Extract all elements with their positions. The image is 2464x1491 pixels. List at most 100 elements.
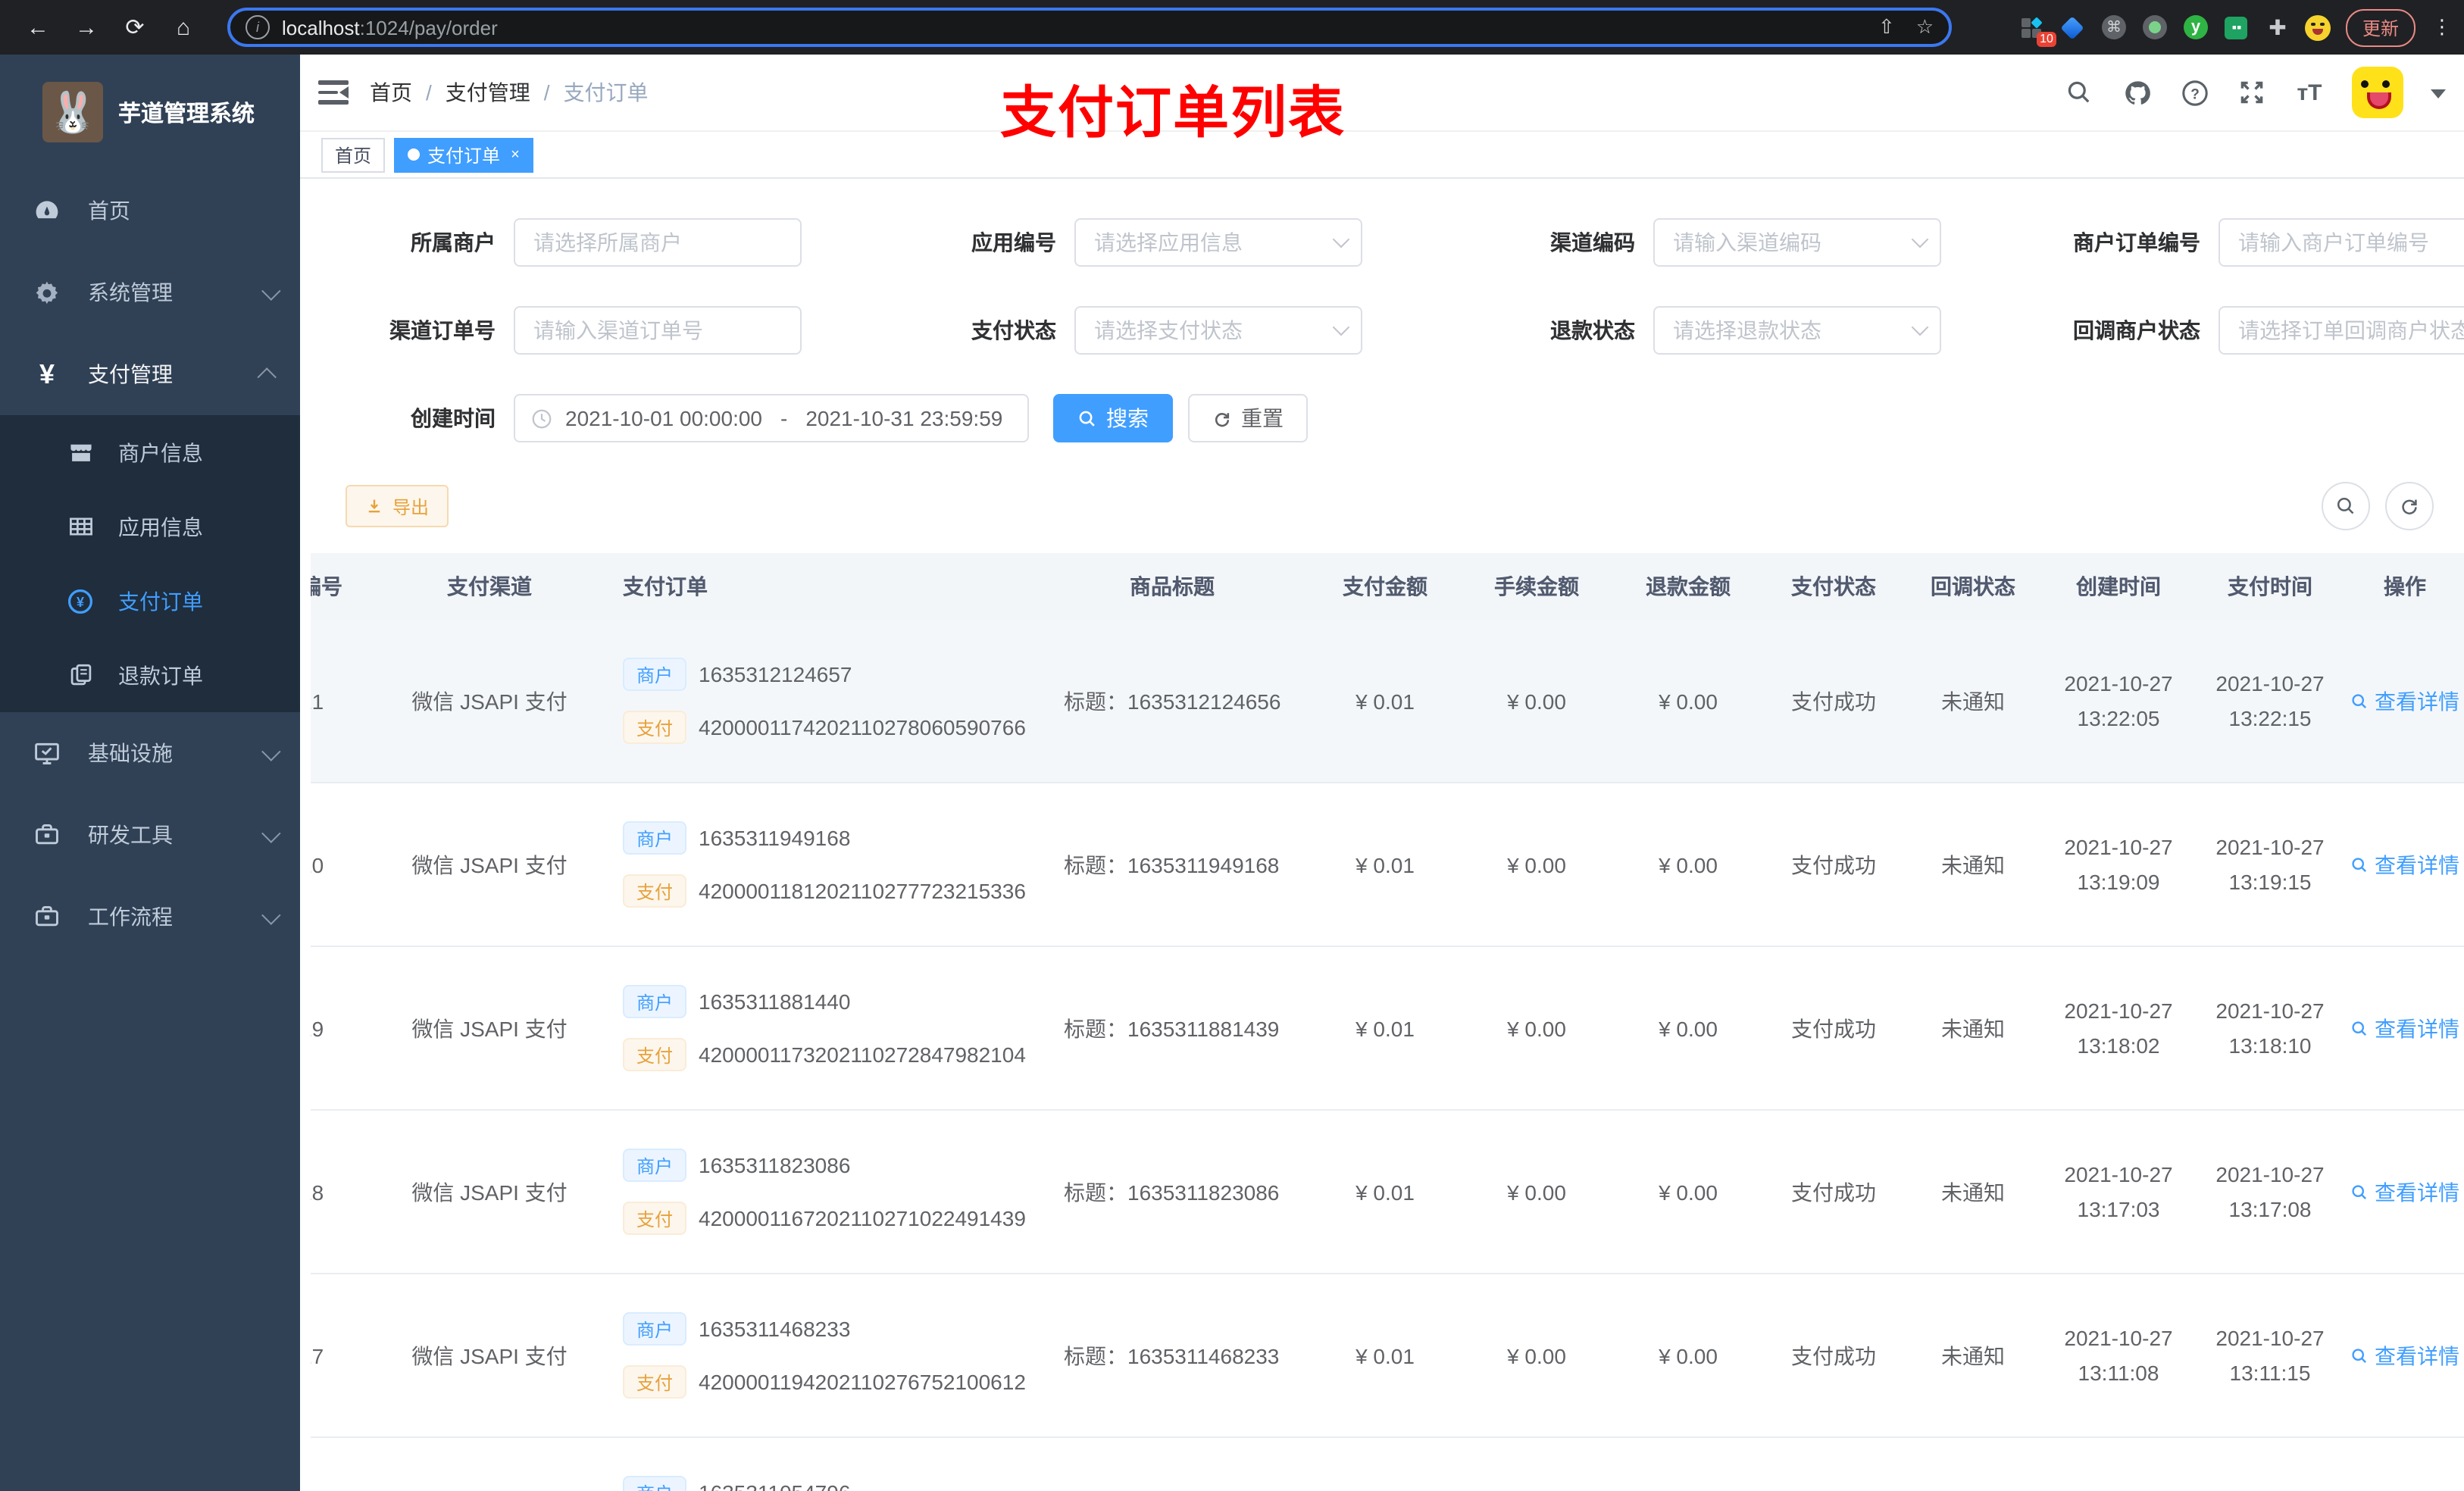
user-avatar[interactable] xyxy=(2352,67,2403,118)
merchant-order-no-input[interactable] xyxy=(2219,218,2464,267)
svg-text:?: ? xyxy=(2190,86,2199,102)
channel-code-select[interactable] xyxy=(1653,218,1941,267)
browser-update-button[interactable]: 更新 xyxy=(2345,8,2416,46)
tags-view-bar: 首页 支付订单 × xyxy=(300,132,2464,179)
cell-refund: ¥ 0.00 xyxy=(1659,689,1718,713)
cell-title: 标题：1635311949168 xyxy=(1064,852,1280,877)
cell-action: 查看详情 xyxy=(2346,1340,2464,1371)
github-icon[interactable] xyxy=(2122,77,2152,108)
view-detail-link[interactable]: 查看详情 xyxy=(2350,1177,2459,1207)
avatar-caret-icon[interactable] xyxy=(2431,89,2446,105)
reset-button[interactable]: 重置 xyxy=(1188,394,1308,442)
share-icon[interactable]: ⇧ xyxy=(1878,15,1895,39)
sidebar-item-payment[interactable]: ¥ 支付管理 xyxy=(0,333,300,415)
collapse-sidebar-icon[interactable] xyxy=(318,80,349,105)
fullscreen-icon[interactable] xyxy=(2237,77,2267,108)
export-button[interactable]: 导出 xyxy=(346,485,449,527)
col-header-refund: 退款金额 xyxy=(1646,574,1731,599)
reload-icon[interactable]: ⟳ xyxy=(121,14,149,41)
merchant-chip: 商户 xyxy=(623,1312,687,1346)
cell-notify: 未通知 xyxy=(1941,1343,2005,1368)
site-info-icon[interactable]: i xyxy=(245,15,270,39)
date-start[interactable]: 2021-10-01 00:00:00 xyxy=(565,406,762,430)
cell-channel: 微信 JSAPI 支付 xyxy=(411,1343,568,1368)
channel-order-no-input[interactable] xyxy=(514,306,802,355)
notify-status-select[interactable] xyxy=(2219,306,2464,355)
forward-icon[interactable]: → xyxy=(73,14,100,41)
sidebar-item-infra[interactable]: 基础设施 xyxy=(0,712,300,794)
cell-pay-order: 商户 1635311468233 支付 4200001194202110276752… xyxy=(614,1312,1035,1399)
app-logo: 🐰 芋道管理系统 xyxy=(0,55,300,170)
filter-label-app: 应用编号 xyxy=(971,230,1056,255)
view-detail-link[interactable]: 查看详情 xyxy=(2350,686,2459,716)
channel-pay-no: 4200001174202110278060590766 xyxy=(699,715,1026,739)
sidebar-item-workflow[interactable]: 工作流程 xyxy=(0,876,300,958)
tag-pay-order[interactable]: 支付订单 × xyxy=(394,137,533,172)
pay-chip: 支付 xyxy=(623,874,687,908)
create-time-range-input[interactable]: 2021-10-01 00:00:00 - 2021-10-31 23:59:5… xyxy=(514,394,1029,442)
extensions-puzzle-icon[interactable]: ✚ xyxy=(2264,14,2291,41)
cell-amount: ¥ 0.01 xyxy=(1356,1343,1415,1368)
home-icon[interactable]: ⌂ xyxy=(170,14,197,41)
browser-profile-avatar[interactable] xyxy=(2305,14,2332,41)
date-end[interactable]: 2021-10-31 23:59:59 xyxy=(805,406,1002,430)
extension-blocks-icon[interactable]: 10 xyxy=(2018,14,2056,47)
tag-home[interactable]: 首页 xyxy=(321,137,386,172)
cell-fee: ¥ 0.00 xyxy=(1507,1016,1566,1040)
table-row: 21 微信 JSAPI 支付 商户 1635312124657 支付 4200001… xyxy=(311,620,2464,782)
extension-chat-icon[interactable]: ▪▪ xyxy=(2223,14,2250,41)
filter-label-notify-status: 回调商户状态 xyxy=(2073,318,2200,342)
filter-label-channel-order-no: 渠道订单号 xyxy=(389,318,496,342)
view-detail-link[interactable]: 查看详情 xyxy=(2350,1013,2459,1043)
extension-command-icon[interactable]: ⌘ xyxy=(2100,14,2128,41)
search-button[interactable]: 搜索 xyxy=(1053,394,1173,442)
sidebar-item-app-info[interactable]: 应用信息 xyxy=(0,489,300,564)
back-icon[interactable]: ← xyxy=(24,14,52,41)
help-icon[interactable]: ? xyxy=(2179,77,2209,108)
breadcrumb: 首页 / 支付管理 / 支付订单 xyxy=(370,77,649,108)
svg-text:¥: ¥ xyxy=(77,594,84,609)
search-icon xyxy=(2352,1184,2367,1199)
table-icon xyxy=(67,513,94,540)
refund-status-select[interactable] xyxy=(1653,306,1941,355)
refresh-icon xyxy=(2402,499,2417,514)
search-icon[interactable] xyxy=(2064,77,2094,108)
sidebar-item-refund-order[interactable]: 退款订单 xyxy=(0,638,300,712)
table-row: 20 微信 JSAPI 支付 商户 1635311949168 支付 4200001… xyxy=(311,782,2464,946)
sidebar-item-home[interactable]: 首页 xyxy=(0,170,300,252)
sidebar-item-merchant-info[interactable]: 商户信息 xyxy=(0,415,300,489)
payment-submenu: 商户信息 应用信息 ¥ 支付订单 退款订单 xyxy=(0,415,300,712)
navbar: 首页 / 支付管理 / 支付订单 支付订单列表 ? ᴛT xyxy=(300,55,2464,144)
cell-notify: 未通知 xyxy=(1941,1016,2005,1040)
extension-y-icon[interactable]: y xyxy=(2182,14,2209,41)
sidebar-item-pay-order[interactable]: ¥ 支付订单 xyxy=(0,564,300,638)
show-search-button[interactable] xyxy=(2322,482,2370,530)
breadcrumb-payment[interactable]: 支付管理 xyxy=(446,77,530,108)
pay-status-select[interactable] xyxy=(1074,306,1362,355)
url-text[interactable]: localhost:1024/pay/order xyxy=(282,16,1857,39)
merchant-select[interactable] xyxy=(514,218,802,267)
view-detail-link[interactable]: 查看详情 xyxy=(2350,1340,2459,1371)
tag-close-icon[interactable]: × xyxy=(511,146,520,163)
channel-pay-no: 4200001194202110276752100612 xyxy=(699,1370,1026,1394)
channel-pay-no: 4200001173202110272847982104 xyxy=(699,1042,1026,1067)
font-size-icon[interactable]: ᴛT xyxy=(2294,77,2325,108)
refresh-table-button[interactable] xyxy=(2385,482,2434,530)
breadcrumb-home[interactable]: 首页 xyxy=(370,77,412,108)
cell-status: 支付成功 xyxy=(1791,1343,1876,1368)
cell-channel: 微信 JSAPI 支付 xyxy=(411,1180,568,1204)
sidebar-item-system[interactable]: 系统管理 xyxy=(0,252,300,333)
shop-icon xyxy=(67,439,94,466)
cell-refund: ¥ 0.00 xyxy=(1659,1343,1718,1368)
address-bar[interactable]: i localhost:1024/pay/order ⇧ ☆ xyxy=(227,8,1952,47)
extension-dot-icon[interactable] xyxy=(2141,14,2169,41)
app-title: 芋道管理系统 xyxy=(118,101,255,127)
extension-gem-icon[interactable] xyxy=(2059,14,2087,41)
bookmark-star-icon[interactable]: ☆ xyxy=(1916,15,1934,39)
browser-menu-icon[interactable]: ⋮ xyxy=(2432,15,2452,39)
app-select[interactable] xyxy=(1074,218,1362,267)
cell-refund: ¥ 0.00 xyxy=(1659,1180,1718,1204)
sidebar-item-dev-tools[interactable]: 研发工具 xyxy=(0,794,300,876)
view-detail-link[interactable]: 查看详情 xyxy=(2350,849,2459,880)
sidebar: 🐰 芋道管理系统 首页 系统管理 ¥ 支付管理 商户信息 应用信息 ¥ 支付订单… xyxy=(0,55,300,1491)
